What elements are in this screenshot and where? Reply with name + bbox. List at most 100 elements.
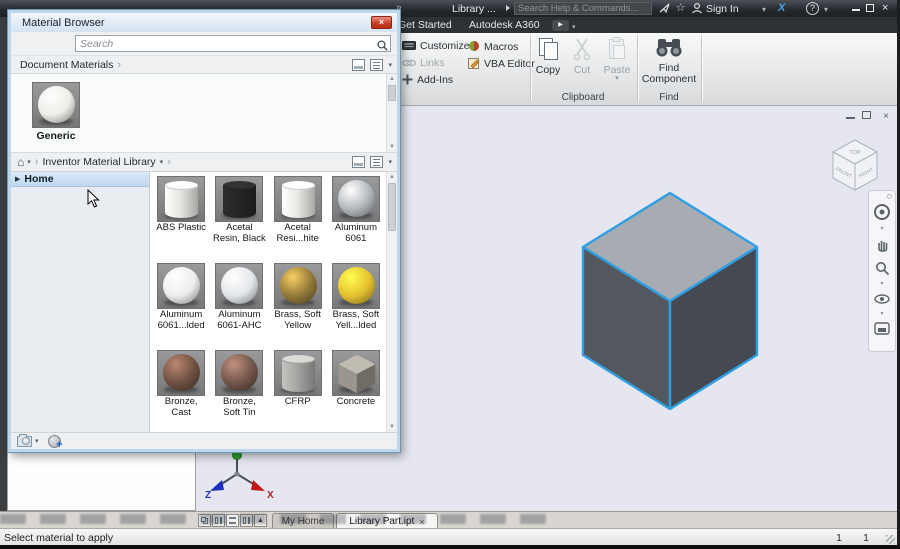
material-item[interactable]: Aluminum 6061 [327, 174, 385, 261]
material-swatch[interactable] [157, 176, 206, 222]
material-swatch[interactable] [215, 350, 264, 396]
macros-button[interactable]: Macros [468, 40, 518, 55]
find-group-label[interactable]: Find [640, 92, 698, 103]
home-caret-icon[interactable]: ▾ [27, 158, 31, 166]
viewcube-top-label[interactable]: TOP [849, 150, 861, 156]
material-swatch[interactable] [273, 263, 322, 309]
materials-scrollbar[interactable]: ▲ ▼ [386, 172, 397, 432]
material-swatch[interactable] [32, 82, 80, 128]
manage-library-icon[interactable] [17, 433, 32, 447]
mouse-cursor [87, 189, 100, 208]
status-bar: Select material to apply 1 1 [0, 528, 897, 545]
navbar-options-icon[interactable] [887, 194, 892, 199]
look-at-icon[interactable] [869, 322, 895, 340]
material-swatch[interactable] [331, 176, 380, 222]
video-tutorials-icon[interactable]: ▶ [552, 20, 569, 31]
scroll-down-icon[interactable]: ▼ [387, 424, 397, 430]
material-swatch[interactable] [157, 350, 206, 396]
material-swatch[interactable] [273, 350, 322, 396]
scroll-up-icon[interactable]: ▲ [387, 174, 397, 180]
home-icon[interactable]: ⌂ [17, 155, 24, 169]
material-item[interactable]: Aluminum 6061...lded [152, 261, 210, 348]
document-material-item[interactable]: Generic [31, 80, 81, 142]
window-minimize-button[interactable] [852, 9, 860, 11]
vba-editor-button[interactable]: VBA Editor [468, 57, 535, 72]
share-icon[interactable] [658, 2, 671, 15]
zoom-icon[interactable] [869, 261, 895, 281]
window-close-button[interactable]: × [882, 2, 888, 14]
document-restore-button[interactable] [862, 111, 871, 119]
material-swatch[interactable] [215, 263, 264, 309]
material-swatch[interactable] [331, 263, 380, 309]
tab-get-started[interactable]: Get Started [398, 19, 452, 31]
scrollbar-thumb[interactable] [388, 183, 396, 231]
video-caret-icon[interactable]: ▾ [572, 23, 576, 31]
origin-axes-indicator: X Z [205, 450, 274, 501]
material-swatch[interactable] [157, 263, 206, 309]
material-swatch[interactable] [215, 176, 264, 222]
material-swatch[interactable] [273, 176, 322, 222]
materials-grid: ABS Plastic Acetal Resin, Black Acetal Res… [152, 174, 385, 432]
clipboard-group-label[interactable]: Clipboard [531, 92, 635, 103]
material-item[interactable]: Generic [31, 80, 81, 142]
sign-in-caret-icon[interactable]: ▾ [762, 5, 766, 14]
material-item[interactable]: Brass, Soft Yellow [269, 261, 327, 348]
document-minimize-button[interactable] [846, 117, 855, 119]
find-component-icon [655, 39, 683, 62]
list-view-icon[interactable] [370, 59, 384, 71]
tree-expand-icon[interactable]: ▶ [15, 175, 20, 183]
list-view-icon[interactable] [370, 156, 384, 168]
help-icon[interactable]: ? [806, 2, 819, 15]
scroll-down-icon[interactable]: ▼ [387, 144, 397, 150]
window-maximize-button[interactable] [866, 4, 874, 12]
create-material-icon[interactable] [47, 434, 63, 451]
navigation-wheel-icon[interactable] [869, 203, 895, 226]
document-materials-scrollbar[interactable]: ▲ ▼ [386, 74, 397, 152]
library-caret-icon[interactable]: ▾ [160, 158, 164, 166]
wheel-caret-icon[interactable]: ▾ [869, 226, 895, 233]
material-item[interactable]: Bronze, Soft Tin [210, 348, 268, 435]
material-item[interactable]: Acetal Resin, Black [210, 174, 268, 261]
add-ins-button[interactable]: Add-Ins [402, 74, 453, 88]
material-item[interactable]: CFRP [269, 348, 327, 435]
navigation-bar[interactable]: ▾ ▾ ▾ [868, 190, 896, 352]
material-search-input[interactable] [75, 35, 391, 52]
material-browser-close-button[interactable]: × [371, 16, 392, 29]
customize-button[interactable]: Customize [402, 40, 470, 54]
tree-item-home[interactable]: ▶ Home [11, 172, 149, 187]
view-options-caret-icon[interactable]: ▾ [388, 158, 392, 166]
material-item[interactable]: Brass, Soft Yell...lded [327, 261, 385, 348]
user-icon[interactable] [690, 2, 703, 15]
thumbnail-view-icon[interactable] [352, 156, 366, 168]
find-component-button[interactable]: Find Component [640, 37, 698, 85]
material-item[interactable]: Bronze, Cast [152, 348, 210, 435]
help-search-input[interactable] [514, 2, 652, 15]
material-item[interactable]: Concrete [327, 348, 385, 435]
exchange-apps-icon[interactable]: X [778, 2, 785, 14]
orbit-icon[interactable] [869, 292, 895, 311]
material-swatch[interactable] [331, 350, 380, 396]
material-browser-titlebar[interactable]: Material Browser × [11, 13, 397, 32]
breadcrumb-library-name[interactable]: Inventor Material Library [42, 156, 155, 168]
orbit-caret-icon[interactable]: ▾ [869, 311, 895, 318]
chevron-icon: › [167, 156, 171, 168]
zoom-caret-icon[interactable]: ▾ [869, 281, 895, 288]
thumbnail-view-icon[interactable] [352, 59, 366, 71]
manage-library-caret-icon[interactable]: ▾ [35, 437, 39, 445]
resize-grip[interactable] [886, 535, 895, 544]
material-item[interactable]: ABS Plastic [152, 174, 210, 261]
tab-autodesk-a360[interactable]: Autodesk A360 [469, 19, 540, 31]
model-cube[interactable] [565, 185, 775, 417]
material-item[interactable]: Aluminum 6061-AHC [210, 261, 268, 348]
favorites-star-icon[interactable]: ☆ [674, 2, 687, 15]
view-options-caret-icon[interactable]: ▾ [388, 61, 392, 69]
copy-button[interactable]: Copy [532, 37, 564, 76]
document-close-button[interactable]: × [883, 111, 889, 122]
title-arrow-icon[interactable] [506, 5, 510, 11]
pan-icon[interactable] [869, 237, 895, 257]
material-item[interactable]: Acetal Resi...hite [269, 174, 327, 261]
document-materials-header[interactable]: Document Materials › ▾ [11, 55, 397, 74]
scroll-up-icon[interactable]: ▲ [387, 76, 397, 82]
help-caret-icon[interactable]: ▾ [824, 5, 828, 14]
sign-in-button[interactable]: Sign In [706, 3, 739, 15]
